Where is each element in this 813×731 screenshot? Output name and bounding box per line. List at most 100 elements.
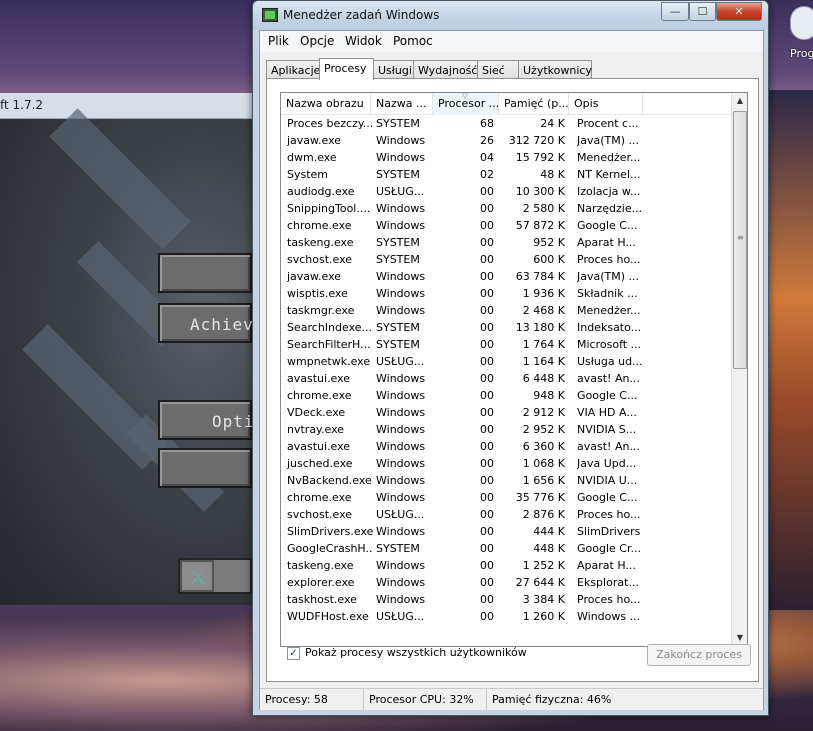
process-image-name: svchost.exe xyxy=(287,253,353,266)
table-row[interactable]: VDeck.exe Windows 00 2 912 K VIA HD A... xyxy=(281,404,731,421)
process-image-name: wmpnetwk.exe xyxy=(287,355,371,368)
grip-icon: ≡ xyxy=(737,233,744,242)
column-header-user-name[interactable]: Nazwa ... xyxy=(371,93,433,115)
table-row[interactable]: dwm.exe Windows 04 15 792 K Menedżer... xyxy=(281,149,731,166)
achievements-button[interactable]: Achiev xyxy=(158,303,253,343)
column-header-cpu[interactable]: ▽ Procesor ... xyxy=(433,93,499,115)
process-cpu: 00 xyxy=(480,559,494,572)
scroll-thumb[interactable]: ≡ xyxy=(733,111,747,369)
menu-plik[interactable]: Plik xyxy=(268,34,289,48)
table-row[interactable]: SearchFilterH... SYSTEM 00 1 764 K Microsoft… xyxy=(281,336,731,353)
process-image-name: chrome.exe xyxy=(287,491,352,504)
tab-uzytkownicy[interactable]: Użytkownicy xyxy=(518,60,592,79)
table-row[interactable]: System SYSTEM 02 48 K NT Kernel... xyxy=(281,166,731,183)
process-image-name: WUDFHost.exe xyxy=(287,610,369,623)
scroll-up-icon[interactable]: ▲ xyxy=(732,93,747,109)
process-memory: 312 720 K xyxy=(508,134,565,147)
vertical-scrollbar[interactable]: ▲ ≡ ▼ xyxy=(731,93,747,646)
process-cpu: 00 xyxy=(480,202,494,215)
process-description: Menedżer... xyxy=(577,304,641,317)
menu-opcje[interactable]: Opcje xyxy=(300,34,334,48)
process-memory: 2 580 K xyxy=(522,202,565,215)
table-row[interactable]: avastui.exe Windows 00 6 360 K avast! An... xyxy=(281,438,731,455)
process-memory: 13 180 K xyxy=(515,321,565,334)
menu-pomoc[interactable]: Pomoc xyxy=(393,34,433,48)
table-row[interactable]: taskeng.exe Windows 00 1 252 K Aparat H... xyxy=(281,557,731,574)
table-row[interactable]: nvtray.exe Windows 00 2 952 K NVIDIA S... xyxy=(281,421,731,438)
column-header-description[interactable]: Opis xyxy=(569,93,643,115)
process-cpu: 00 xyxy=(480,457,494,470)
process-cpu: 00 xyxy=(480,236,494,249)
process-description: avast! An... xyxy=(577,372,640,385)
table-row[interactable]: taskeng.exe SYSTEM 00 952 K Aparat H... xyxy=(281,234,731,251)
process-cpu: 00 xyxy=(480,508,494,521)
show-all-users-label[interactable]: Pokaż procesy wszystkich użytkowników xyxy=(305,646,527,659)
table-row[interactable]: GoogleCrashH... SYSTEM 00 448 K Google Cr... xyxy=(281,540,731,557)
process-memory: 948 K xyxy=(533,389,565,402)
process-description: avast! An... xyxy=(577,440,640,453)
options-button[interactable]: Opti xyxy=(158,400,254,440)
table-row[interactable]: jusched.exe Windows 00 1 068 K Java Upd... xyxy=(281,455,731,472)
maximize-button[interactable]: ☐ xyxy=(689,2,716,21)
process-cpu: 00 xyxy=(480,474,494,487)
table-row[interactable]: javaw.exe Windows 00 63 784 K Java(TM) ... xyxy=(281,268,731,285)
minecraft-menu-button[interactable] xyxy=(158,253,252,293)
table-row[interactable]: wmpnetwk.exe USŁUG... 00 1 164 K Usługa ud..… xyxy=(281,353,731,370)
table-row[interactable]: svchost.exe SYSTEM 00 600 K Proces ho... xyxy=(281,251,731,268)
desktop-program-icon[interactable] xyxy=(790,6,813,40)
process-user-name: SYSTEM xyxy=(376,542,420,555)
task-manager-icon xyxy=(262,8,278,22)
process-cpu: 00 xyxy=(480,389,494,402)
minecraft-menu-button[interactable] xyxy=(158,448,252,488)
process-user-name: SYSTEM xyxy=(376,321,420,334)
end-process-button[interactable]: Zakończ proces xyxy=(647,644,751,666)
table-row[interactable]: Proces bezczy... SYSTEM 68 24 K Procent c... xyxy=(281,115,731,132)
process-memory: 1 164 K xyxy=(522,355,565,368)
table-row[interactable]: taskhost.exe Windows 00 3 384 K Proces ho... xyxy=(281,591,731,608)
table-row[interactable]: audiodg.exe USŁUG... 00 10 300 K Izolacja w.… xyxy=(281,183,731,200)
process-user-name: USŁUG... xyxy=(376,185,425,198)
table-row[interactable]: avastui.exe Windows 00 6 448 K avast! An... xyxy=(281,370,731,387)
tab-uslugi[interactable]: Usługi xyxy=(373,60,414,79)
process-list[interactable]: Nazwa obrazu Nazwa ... ▽ Procesor ... Pa… xyxy=(280,92,748,647)
tab-wydajnosc[interactable]: Wydajność xyxy=(413,60,478,79)
process-memory: 27 644 K xyxy=(515,576,565,589)
table-row[interactable]: NvBackend.exe Windows 00 1 656 K NVIDIA U... xyxy=(281,472,731,489)
process-memory: 6 448 K xyxy=(522,372,565,385)
column-header-memory[interactable]: Pamięć (p... xyxy=(499,93,569,115)
table-row[interactable]: svchost.exe USŁUG... 00 2 876 K Proces ho... xyxy=(281,506,731,523)
table-row[interactable]: taskmgr.exe Windows 00 2 468 K Menedżer... xyxy=(281,302,731,319)
menu-widok[interactable]: Widok xyxy=(345,34,382,48)
desktop-icon-label[interactable]: Prog xyxy=(790,47,813,60)
table-row[interactable]: WUDFHost.exe USŁUG... 00 1 260 K Windows ... xyxy=(281,608,731,625)
table-row[interactable]: wisptis.exe Windows 00 1 936 K Składnik ... xyxy=(281,285,731,302)
desktop-wallpaper-right xyxy=(768,90,813,610)
process-image-name: taskeng.exe xyxy=(287,559,354,572)
close-button[interactable]: ✕ xyxy=(716,2,762,21)
minecraft-menu-background xyxy=(0,108,252,605)
table-row[interactable]: chrome.exe Windows 00 57 872 K Google C... xyxy=(281,217,731,234)
table-row[interactable]: chrome.exe Windows 00 35 776 K Google C... xyxy=(281,489,731,506)
table-row[interactable]: chrome.exe Windows 00 948 K Google C... xyxy=(281,387,731,404)
process-user-name: USŁUG... xyxy=(376,508,425,521)
table-row[interactable]: SnippingTool.... Windows 00 2 580 K Narzędzi… xyxy=(281,200,731,217)
process-description: Menedżer... xyxy=(577,151,641,164)
column-header-image-name[interactable]: Nazwa obrazu xyxy=(281,93,371,115)
process-description: VIA HD A... xyxy=(577,406,637,419)
window-titlebar[interactable]: Menedżer zadań Windows — ☐ ✕ xyxy=(253,1,768,30)
tab-siec[interactable]: Sieć xyxy=(477,60,519,79)
tab-aplikacje[interactable]: Aplikacje xyxy=(266,60,320,79)
show-all-users-checkbox[interactable]: ✓ xyxy=(287,647,300,660)
process-memory: 57 872 K xyxy=(515,219,565,232)
minimize-button[interactable]: — xyxy=(661,2,689,21)
table-row[interactable]: javaw.exe Windows 26 312 720 K Java(TM) ... xyxy=(281,132,731,149)
background-window-titlebar[interactable]: ft 1.7.2 xyxy=(0,93,252,119)
table-row[interactable]: SlimDrivers.exe Windows 00 444 K SlimDrivers xyxy=(281,523,731,540)
table-row[interactable]: SearchIndexe... SYSTEM 00 13 180 K Indeksato… xyxy=(281,319,731,336)
tab-procesy[interactable]: Procesy xyxy=(319,58,374,80)
status-memory: Pamięć fizyczna: 46% xyxy=(492,693,612,706)
process-cpu: 00 xyxy=(480,304,494,317)
process-image-name: chrome.exe xyxy=(287,389,352,402)
process-image-name: avastui.exe xyxy=(287,372,351,385)
table-row[interactable]: explorer.exe Windows 00 27 644 K Eksplorat..… xyxy=(281,574,731,591)
